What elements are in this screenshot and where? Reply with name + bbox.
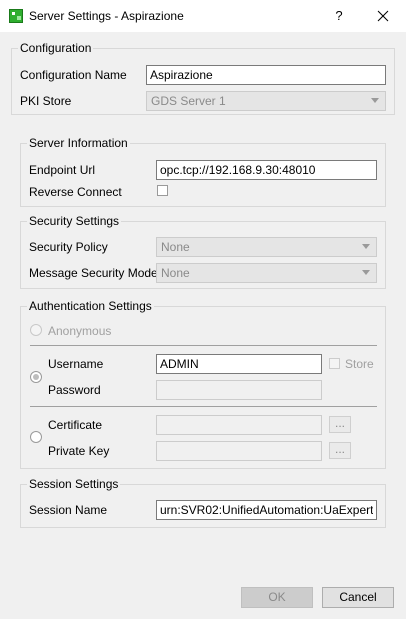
server-information-legend: Server Information [27,136,130,150]
close-icon [377,10,389,22]
certificate-label: Certificate [48,418,103,432]
private-key-label: Private Key [48,444,110,458]
ok-button[interactable]: OK [241,587,313,608]
session-name-label: Session Name [29,503,108,517]
reverse-connect-label: Reverse Connect [29,185,122,199]
chevron-down-icon [371,98,379,103]
message-security-mode-value: None [161,266,190,280]
private-key-browse-button[interactable]: ... [329,442,351,459]
certificate-radio[interactable] [30,431,42,443]
endpoint-url-input[interactable] [156,160,377,180]
session-name-input[interactable] [156,500,377,520]
pki-store-select[interactable]: GDS Server 1 [146,91,386,111]
certificate-input[interactable] [156,415,322,435]
close-button[interactable] [371,5,395,27]
security-policy-select[interactable]: None [156,237,377,257]
configuration-name-input[interactable] [146,65,386,85]
password-input[interactable] [156,380,322,400]
cancel-button[interactable]: Cancel [322,587,394,608]
username-radio[interactable] [30,371,42,383]
anonymous-separator [30,345,377,346]
store-checkbox[interactable] [329,358,340,369]
message-security-mode-label: Message Security Mode [29,266,158,280]
configuration-name-label: Configuration Name [20,68,127,82]
configuration-legend: Configuration [18,41,94,55]
authentication-settings-legend: Authentication Settings [27,299,154,313]
username-input[interactable] [156,354,322,374]
certificate-browse-button[interactable]: ... [329,416,351,433]
pki-store-label: PKI Store [20,94,72,108]
help-button[interactable]: ? [327,5,351,27]
reverse-connect-checkbox[interactable] [157,185,168,196]
private-key-input[interactable] [156,441,322,461]
pki-store-value: GDS Server 1 [151,94,226,108]
anonymous-label: Anonymous [48,324,112,338]
endpoint-url-label: Endpoint Url [29,163,96,177]
anonymous-radio[interactable] [30,324,42,336]
session-settings-legend: Session Settings [27,477,121,491]
chevron-down-icon [362,270,370,275]
message-security-mode-select[interactable]: None [156,263,377,283]
security-settings-legend: Security Settings [27,214,122,228]
password-label: Password [48,383,101,397]
window-title: Server Settings - Aspirazione [29,9,184,23]
security-policy-value: None [161,240,190,254]
security-policy-label: Security Policy [29,240,108,254]
store-label: Store [345,357,374,371]
app-icon [9,9,23,23]
username-label: Username [48,357,104,371]
chevron-down-icon [362,244,370,249]
username-separator [30,406,377,407]
